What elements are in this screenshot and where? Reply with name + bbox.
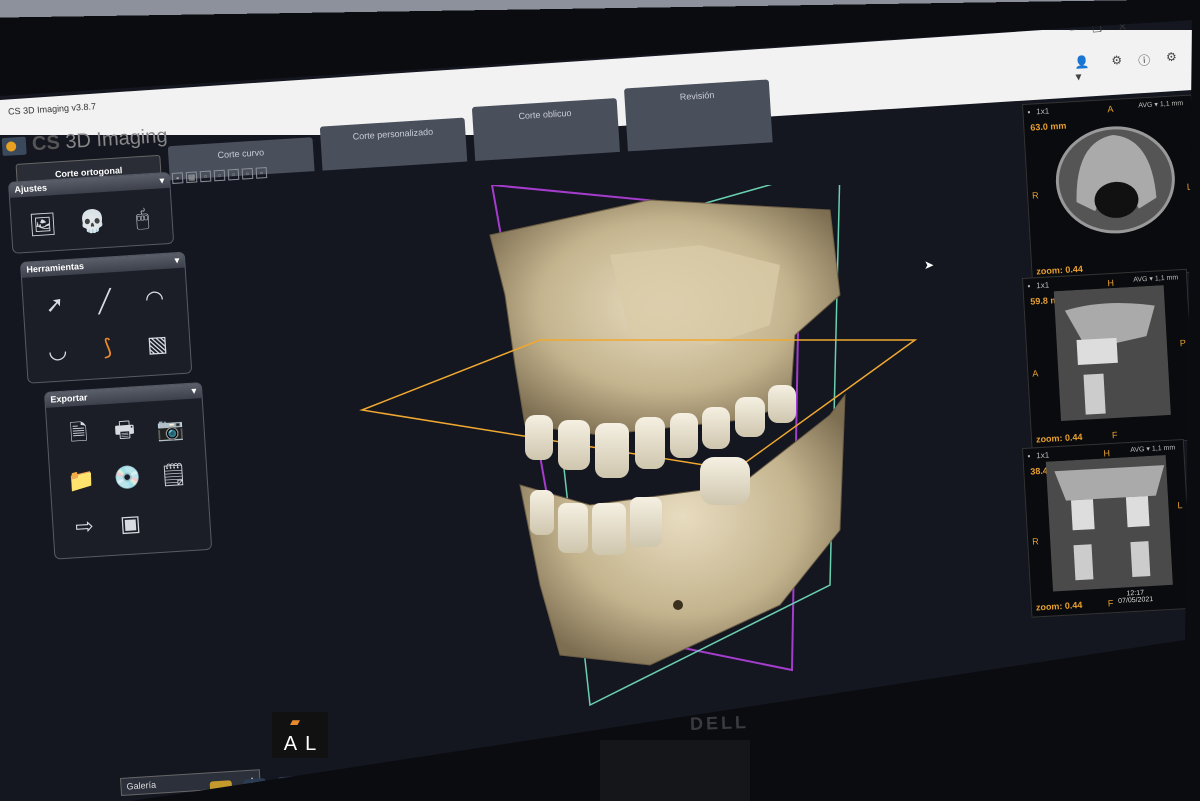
3d-render [359,185,918,707]
orientation-left-label: A [283,733,298,755]
panel-ajustes: Ajustes ▾ 🖼 💀 🖱 [8,171,175,254]
mouse-cursor-icon: ➤ [924,258,935,272]
maxilla-detail [610,245,780,345]
layout-2-icon[interactable]: ▫ [213,169,226,182]
user-icon[interactable]: 👤▾ [1074,55,1096,84]
coronal-ct-image [1045,454,1173,592]
jaw-curve-icon[interactable]: ◡ [40,333,76,369]
slice-view-axial[interactable]: ▪ 1x1 AVG ▾ 1,1 mm 63.0 mm A R L zoom: 0.… [1022,94,1192,282]
orientation-cube[interactable]: ▰ A L [272,712,328,758]
3d-viewport[interactable] [180,185,1020,745]
monitor: DELL CS 3D Imaging v3.8.7 CS 3D Imaging … [0,0,1200,801]
panel-herramientas: Herramientas ▾ ➚ ╱ ◠ ◡ ⟆ ▧ [20,251,193,384]
slice-view-coronal[interactable]: ▪1x1 AVG ▾ 1,1 mm 38.4 mm H R L F zoom: … [1022,438,1192,618]
export-skull-icon[interactable]: ⇨ [67,509,103,545]
slice-label-bottom: F [1111,429,1118,441]
settings-icon[interactable]: ⚙ [1111,53,1123,82]
layout-3-icon[interactable]: ▫ [227,168,240,181]
slice-toolbar: ▪ 1x1 [1027,451,1049,461]
layout-5-icon[interactable]: ▫ [255,167,268,179]
document-icon[interactable]: 🗎 [61,417,97,453]
image-icon[interactable]: ▣ [112,506,148,542]
protractor-icon[interactable]: ◠ [137,281,173,317]
folder-icon[interactable]: 📁 [64,463,100,499]
slice-label-top: H [1103,448,1111,459]
collapse-icon[interactable]: ▾ [174,255,179,266]
cd-icon[interactable]: 💿 [110,460,146,496]
skull-icon[interactable]: 💀 [75,204,111,240]
sagittal-ct-image [1053,285,1171,422]
slice-save-icon[interactable]: ▪ [1027,452,1030,461]
orientation-top-icon: ▰ [290,714,300,729]
slice-view-sagittal[interactable]: ▪ 1x1 AVG ▾ 1,1 mm 59.8 mm H A P F zoom: … [1022,268,1192,450]
slice-settings[interactable]: AVG ▾ 1,1 mm [1130,443,1175,454]
mouse-icon[interactable]: 🖱 [125,201,161,237]
slice-toolbar: ▪ 1x1 [1027,281,1049,291]
slice-label-top: H [1107,277,1115,289]
gears-icon[interactable]: ⚙ [1166,50,1178,79]
portrait-icon[interactable]: 🖼 [25,207,61,243]
arrow-pointer-icon[interactable]: ➚ [37,287,73,323]
info-icon[interactable]: ⓘ [1138,51,1152,80]
implant-icon[interactable]: ▧ [139,326,175,362]
slice-zoom: zoom: 0.44 [1035,599,1083,613]
slice-layout[interactable]: 1x1 [1036,451,1049,461]
orientation-right-label: L [305,733,317,755]
monitor-stand [600,740,750,801]
save-icon[interactable]: ▪ [171,172,184,184]
mental-foramen [673,600,683,610]
slice-layout[interactable]: 1x1 [1036,281,1049,291]
monitor-brand-logo: DELL [689,711,750,735]
system-clock[interactable]: 12:17 07/05/2021 [1118,589,1153,605]
ruler-icon[interactable]: ╱ [87,284,123,320]
printer-icon[interactable]: 🖶 [107,414,143,450]
slice-save-icon[interactable]: ▪ [1027,282,1030,291]
panel-title: Ajustes [14,182,48,195]
layout-4-icon[interactable]: ▫ [241,167,254,180]
slice-zoom: zoom: 0.44 [1035,431,1083,445]
layout-1-icon[interactable]: ▫ [199,170,212,183]
slice-label-bottom: F [1107,598,1114,609]
tab-revision[interactable]: Revisión [623,79,773,152]
tab-corte-personalizado[interactable]: Corte personalizado [319,117,468,171]
tab-corte-oblicuo[interactable]: Corte oblicuo [471,98,620,162]
layout-grid-icon[interactable]: ▦ [185,171,198,184]
panel-title: Exportar [50,392,88,405]
panel-title: Herramientas [26,261,85,275]
axial-ct-image [1055,126,1175,234]
slice-settings[interactable]: AVG ▾ 1,1 mm [1133,273,1178,284]
collapse-icon[interactable]: ▾ [159,175,164,186]
nerve-canal-icon[interactable]: ⟆ [90,330,126,366]
